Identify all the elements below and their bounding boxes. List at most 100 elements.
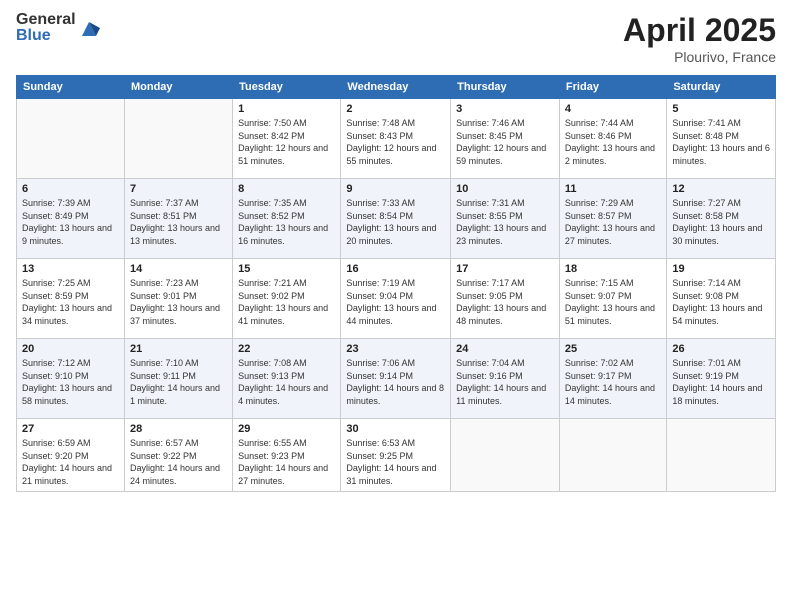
table-row: 2 Sunrise: 7:48 AMSunset: 8:43 PMDaylight… [341,99,451,179]
col-saturday: Saturday [667,76,776,99]
day-info: Sunrise: 7:15 AMSunset: 9:07 PMDaylight:… [565,277,661,327]
day-number: 15 [238,263,335,275]
table-row: 5Sunrise: 7:41 AMSunset: 8:48 PMDaylight… [667,99,776,179]
day-number: 3 [456,103,554,115]
day-number: 20 [22,343,119,355]
table-row: 15 Sunrise: 7:21 AMSunset: 9:02 PMDayligh… [233,259,341,339]
table-row: 27 Sunrise: 6:59 AMSunset: 9:20 PMDayligh… [17,419,125,492]
day-number: 16 [346,263,445,275]
day-number: 13 [22,263,119,275]
day-number: 8 [238,183,335,195]
table-row: 17 Sunrise: 7:17 AMSunset: 9:05 PMDayligh… [451,259,560,339]
day-info: Sunrise: 6:57 AMSunset: 9:22 PMDaylight:… [130,437,227,487]
table-row: 18 Sunrise: 7:15 AMSunset: 9:07 PMDayligh… [559,259,666,339]
day-info: Sunrise: 7:27 AMSunset: 8:58 PMDaylight:… [672,197,770,247]
day-number: 1 [238,103,335,115]
day-info: Sunrise: 7:46 AMSunset: 8:45 PMDaylight:… [456,117,554,167]
logo-general: General [16,12,76,28]
table-row: 7 Sunrise: 7:37 AMSunset: 8:51 PMDaylight… [124,179,232,259]
day-number: 17 [456,263,554,275]
logo: General Blue [16,12,100,44]
day-info: Sunrise: 7:14 AMSunset: 9:08 PMDaylight:… [672,277,770,327]
day-number: 7 [130,183,227,195]
day-number: 21 [130,343,227,355]
day-number: 23 [346,343,445,355]
table-row [667,419,776,492]
day-number: 6 [22,183,119,195]
col-monday: Monday [124,76,232,99]
table-row: 28 Sunrise: 6:57 AMSunset: 9:22 PMDayligh… [124,419,232,492]
day-number: 27 [22,423,119,435]
day-info: Sunrise: 7:02 AMSunset: 9:17 PMDaylight:… [565,357,661,407]
calendar-week-row-2: 6 Sunrise: 7:39 AMSunset: 8:49 PMDaylight… [17,179,776,259]
day-info: Sunrise: 7:08 AMSunset: 9:13 PMDaylight:… [238,357,335,407]
day-info: Sunrise: 7:23 AMSunset: 9:01 PMDaylight:… [130,277,227,327]
day-info: Sunrise: 7:37 AMSunset: 8:51 PMDaylight:… [130,197,227,247]
logo-text: General Blue [16,12,76,44]
day-info: Sunrise: 6:55 AMSunset: 9:23 PMDaylight:… [238,437,335,487]
day-info: Sunrise: 7:21 AMSunset: 9:02 PMDaylight:… [238,277,335,327]
month-title: April 2025 [623,12,776,49]
location: Plourivo, France [623,49,776,65]
calendar-header-row: Sunday Monday Tuesday Wednesday Thursday… [17,76,776,99]
day-number: 28 [130,423,227,435]
table-row: 25 Sunrise: 7:02 AMSunset: 9:17 PMDayligh… [559,339,666,419]
day-number: 11 [565,183,661,195]
day-info: Sunrise: 7:29 AMSunset: 8:57 PMDaylight:… [565,197,661,247]
table-row: 30 Sunrise: 6:53 AMSunset: 9:25 PMDayligh… [341,419,451,492]
table-row: 29 Sunrise: 6:55 AMSunset: 9:23 PMDayligh… [233,419,341,492]
col-friday: Friday [559,76,666,99]
logo-icon [78,18,100,40]
day-info: Sunrise: 7:44 AMSunset: 8:46 PMDaylight:… [565,117,661,167]
day-info: Sunrise: 7:01 AMSunset: 9:19 PMDaylight:… [672,357,770,407]
calendar-table: Sunday Monday Tuesday Wednesday Thursday… [16,75,776,492]
day-number: 24 [456,343,554,355]
day-info: Sunrise: 7:35 AMSunset: 8:52 PMDaylight:… [238,197,335,247]
day-number: 29 [238,423,335,435]
day-number: 12 [672,183,770,195]
table-row: 23 Sunrise: 7:06 AMSunset: 9:14 PMDayligh… [341,339,451,419]
day-number: 30 [346,423,445,435]
day-info: Sunrise: 7:41 AMSunset: 8:48 PMDaylight:… [672,117,770,167]
calendar-week-row-1: 1Sunrise: 7:50 AMSunset: 8:42 PMDaylight… [17,99,776,179]
day-info: Sunrise: 7:31 AMSunset: 8:55 PMDaylight:… [456,197,554,247]
day-info: Sunrise: 7:48 AMSunset: 8:43 PMDaylight:… [346,117,445,167]
table-row: 12 Sunrise: 7:27 AMSunset: 8:58 PMDayligh… [667,179,776,259]
table-row: 1Sunrise: 7:50 AMSunset: 8:42 PMDaylight… [233,99,341,179]
page: General Blue April 2025 Plourivo, France… [0,0,792,612]
table-row [451,419,560,492]
day-number: 9 [346,183,445,195]
table-row: 3 Sunrise: 7:46 AMSunset: 8:45 PMDaylight… [451,99,560,179]
col-tuesday: Tuesday [233,76,341,99]
table-row: 10 Sunrise: 7:31 AMSunset: 8:55 PMDayligh… [451,179,560,259]
table-row: 9Sunrise: 7:33 AMSunset: 8:54 PMDaylight… [341,179,451,259]
day-info: Sunrise: 6:53 AMSunset: 9:25 PMDaylight:… [346,437,445,487]
header: General Blue April 2025 Plourivo, France [16,12,776,65]
day-info: Sunrise: 6:59 AMSunset: 9:20 PMDaylight:… [22,437,119,487]
day-info: Sunrise: 7:17 AMSunset: 9:05 PMDaylight:… [456,277,554,327]
logo-blue: Blue [16,28,76,44]
day-number: 14 [130,263,227,275]
table-row: 11 Sunrise: 7:29 AMSunset: 8:57 PMDayligh… [559,179,666,259]
table-row: 26 Sunrise: 7:01 AMSunset: 9:19 PMDayligh… [667,339,776,419]
day-info: Sunrise: 7:39 AMSunset: 8:49 PMDaylight:… [22,197,119,247]
table-row: 19 Sunrise: 7:14 AMSunset: 9:08 PMDayligh… [667,259,776,339]
table-row: 6 Sunrise: 7:39 AMSunset: 8:49 PMDaylight… [17,179,125,259]
table-row: 8 Sunrise: 7:35 AMSunset: 8:52 PMDaylight… [233,179,341,259]
day-number: 18 [565,263,661,275]
calendar-week-row-5: 27 Sunrise: 6:59 AMSunset: 9:20 PMDayligh… [17,419,776,492]
table-row [17,99,125,179]
day-number: 2 [346,103,445,115]
col-thursday: Thursday [451,76,560,99]
calendar-week-row-3: 13 Sunrise: 7:25 AMSunset: 8:59 PMDayligh… [17,259,776,339]
day-number: 26 [672,343,770,355]
day-info: Sunrise: 7:06 AMSunset: 9:14 PMDaylight:… [346,357,445,407]
table-row: 16 Sunrise: 7:19 AMSunset: 9:04 PMDayligh… [341,259,451,339]
day-info: Sunrise: 7:25 AMSunset: 8:59 PMDaylight:… [22,277,119,327]
day-number: 10 [456,183,554,195]
day-info: Sunrise: 7:19 AMSunset: 9:04 PMDaylight:… [346,277,445,327]
day-number: 19 [672,263,770,275]
table-row: 14 Sunrise: 7:23 AMSunset: 9:01 PMDayligh… [124,259,232,339]
day-number: 25 [565,343,661,355]
day-number: 4 [565,103,661,115]
